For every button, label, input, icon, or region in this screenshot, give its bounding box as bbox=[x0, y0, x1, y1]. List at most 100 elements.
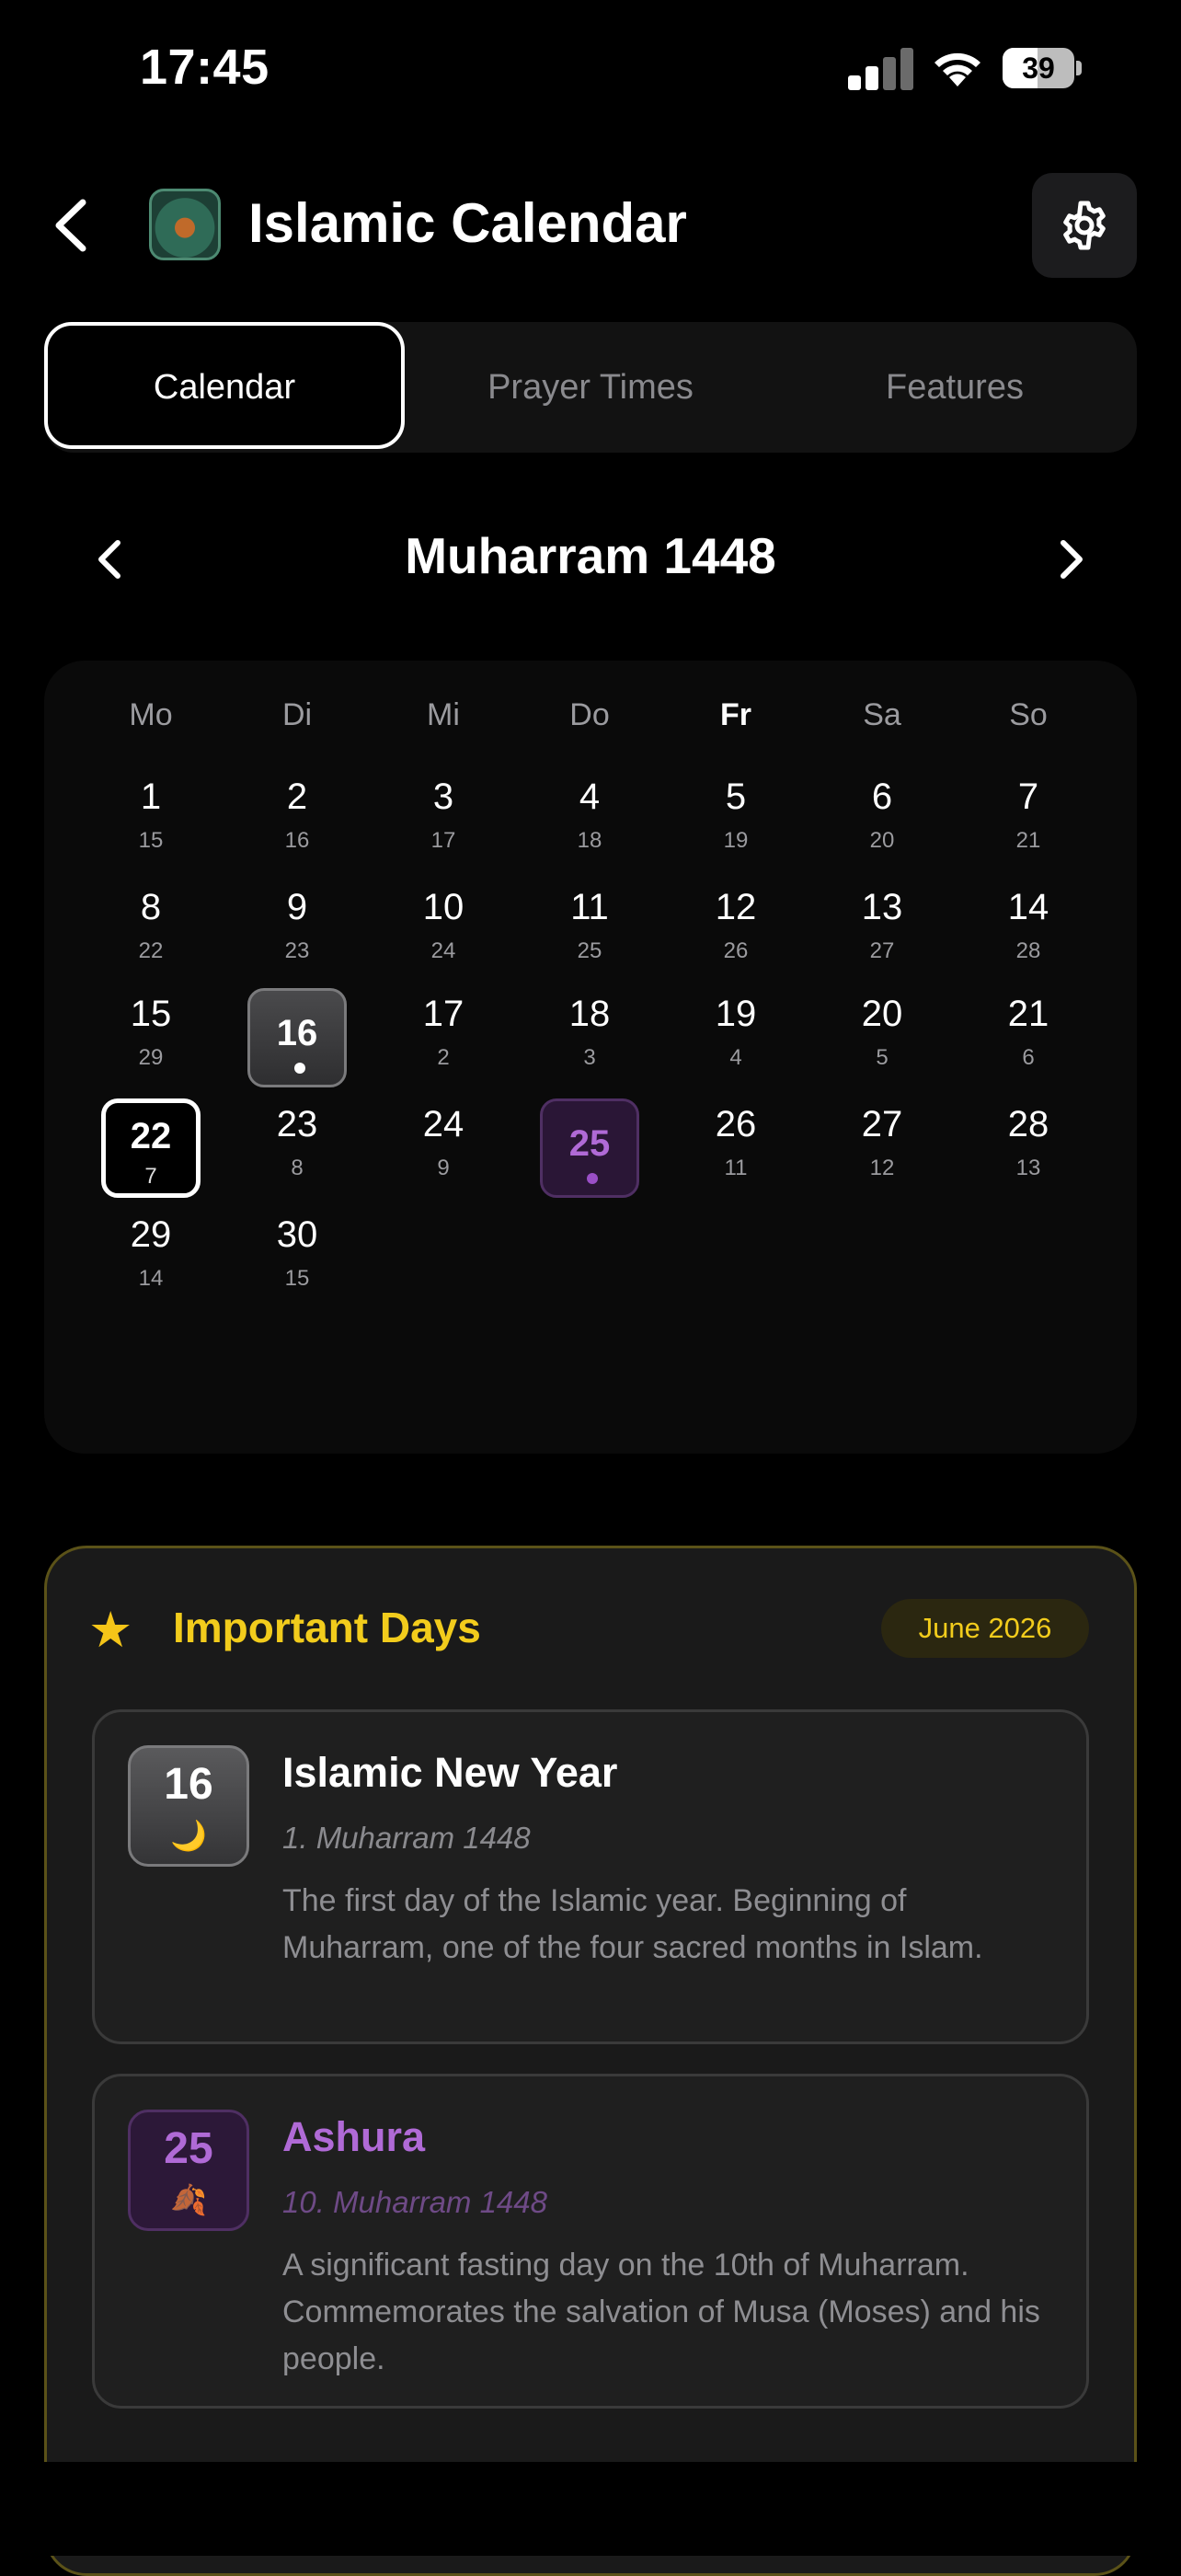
gregorian-day-number: 21 bbox=[1015, 828, 1041, 853]
calendar-day[interactable]: 3 17 bbox=[394, 773, 493, 872]
calendar-day[interactable]: 6 20 bbox=[832, 773, 932, 872]
hijri-day-number: 30 bbox=[276, 1214, 318, 1255]
hijri-day-number: 14 bbox=[1007, 887, 1049, 927]
calendar-day[interactable]: 216 bbox=[979, 990, 1078, 1089]
cellular-signal-icon bbox=[848, 46, 914, 90]
event-indicator-dot bbox=[587, 1173, 598, 1184]
calendar-day[interactable]: 19 4 bbox=[686, 990, 785, 1089]
gregorian-day-number: 23 bbox=[284, 938, 310, 963]
weekday-label: Fr bbox=[720, 697, 751, 732]
hijri-day-number: 19 bbox=[715, 994, 757, 1034]
star-icon: ★ bbox=[88, 1603, 133, 1658]
gregorian-day-number: 19 bbox=[723, 828, 749, 853]
leaf-icon: 🍂 bbox=[170, 2183, 207, 2216]
calendar-day[interactable]: 8 22 bbox=[101, 883, 201, 983]
hijri-day-number: 15 bbox=[130, 994, 172, 1034]
hijri-day-number: 28 bbox=[1007, 1104, 1049, 1144]
calendar-day[interactable]: 27 12 bbox=[832, 1100, 932, 1200]
battery-level: 39 bbox=[1022, 52, 1055, 85]
calendar-day[interactable]: 28 13 bbox=[979, 1100, 1078, 1200]
tab-features[interactable]: Features bbox=[773, 322, 1137, 453]
hijri-day-number: 2 bbox=[286, 776, 308, 817]
back-button[interactable] bbox=[44, 193, 99, 258]
gregorian-day-number: 5 bbox=[876, 1045, 889, 1070]
event-name: Ashura bbox=[282, 2113, 426, 2160]
gregorian-day-number: 26 bbox=[723, 938, 749, 963]
calendar-day[interactable]: 13 27 bbox=[832, 883, 932, 983]
tab-calendar[interactable]: Calendar bbox=[44, 322, 405, 449]
hijri-day-number: 17 bbox=[422, 994, 464, 1034]
calendar-day[interactable]: 9 23 bbox=[247, 883, 347, 983]
chevron-right-icon bbox=[1061, 540, 1083, 579]
calendar-day[interactable]: 30 15 bbox=[247, 1211, 347, 1310]
chevron-left-icon bbox=[98, 540, 120, 579]
gregorian-day-number: 29 bbox=[138, 1045, 164, 1070]
event-date-badge: 16 🌙 bbox=[128, 1745, 249, 1867]
calendar-day[interactable]: 12 26 bbox=[686, 883, 785, 983]
gregorian-day-number: 22 bbox=[138, 938, 164, 963]
calendar-day[interactable]: 1 15 bbox=[101, 773, 201, 872]
gregorian-day-number: 28 bbox=[1015, 938, 1041, 963]
gear-icon bbox=[1063, 201, 1106, 250]
gregorian-day-number: 6 bbox=[1022, 1045, 1035, 1070]
event-description: A significant fasting day on the 10th of… bbox=[282, 2248, 1040, 2376]
event-description: The first day of the Islamic year. Begin… bbox=[282, 1883, 983, 1965]
calendar-day[interactable]: 10 24 bbox=[394, 883, 493, 983]
app-logo bbox=[149, 189, 221, 260]
weekday-label: Do bbox=[569, 697, 610, 732]
calendar-day[interactable]: 216 bbox=[247, 773, 347, 872]
hijri-day-number: 1 bbox=[140, 776, 162, 817]
calendar-day[interactable]: 15 29 bbox=[101, 990, 201, 1089]
bottom-safe-area bbox=[0, 2462, 1181, 2556]
event-card-islamic-new-year[interactable]: 16 🌙 Islamic New Year 1. Muharram 1448 T… bbox=[92, 1709, 1089, 2044]
gregorian-day-number: 12 bbox=[869, 1156, 895, 1180]
event-date-badge: 25 🍂 bbox=[128, 2110, 249, 2231]
event-name: Islamic New Year bbox=[282, 1749, 618, 1796]
calendar-day[interactable]: 4 18 bbox=[540, 773, 639, 872]
gregorian-day-number: 25 bbox=[577, 938, 602, 963]
calendar-day[interactable]: 16 bbox=[247, 988, 347, 1087]
hijri-day-number: 9 bbox=[286, 887, 308, 927]
tab-prayer-times[interactable]: Prayer Times bbox=[408, 322, 773, 453]
hijri-day-number: 8 bbox=[140, 887, 162, 927]
gregorian-day-number: 27 bbox=[869, 938, 895, 963]
settings-button[interactable] bbox=[1032, 173, 1137, 278]
hijri-day-number: 16 bbox=[276, 1013, 318, 1053]
hijri-day-number: 6 bbox=[871, 776, 893, 817]
crescent-moon-icon: 🌙 bbox=[170, 1819, 207, 1852]
hijri-day-number: 13 bbox=[861, 887, 903, 927]
next-month-button[interactable] bbox=[1050, 534, 1091, 585]
calendar-day[interactable]: 7 21 bbox=[979, 773, 1078, 872]
calendar-day[interactable]: 5 19 bbox=[686, 773, 785, 872]
calendar-day[interactable]: 20 5 bbox=[832, 990, 932, 1089]
month-badge: June 2026 bbox=[881, 1599, 1089, 1658]
calendar-day[interactable]: 11 25 bbox=[540, 883, 639, 983]
weekday-label: Mi bbox=[427, 697, 460, 732]
month-title: Muharram 1448 bbox=[405, 527, 776, 584]
hijri-day-number: 4 bbox=[579, 776, 601, 817]
calendar-day[interactable]: 24 9 bbox=[394, 1100, 493, 1200]
gregorian-day-number: 11 bbox=[724, 1156, 748, 1180]
hijri-day-number: 11 bbox=[570, 887, 609, 927]
gregorian-day-number: 17 bbox=[430, 828, 456, 853]
calendar-day[interactable]: 18 3 bbox=[540, 990, 639, 1089]
gregorian-day-number: 7 bbox=[144, 1164, 157, 1189]
hijri-day-number: 5 bbox=[725, 776, 747, 817]
event-day: 16 bbox=[164, 1760, 213, 1809]
calendar-day[interactable]: 14 28 bbox=[979, 883, 1078, 983]
weekday-label: Mo bbox=[129, 697, 173, 732]
weekday-label: Sa bbox=[863, 697, 901, 732]
calendar-day[interactable]: 29 14 bbox=[101, 1211, 201, 1310]
gregorian-day-number: 2 bbox=[437, 1045, 450, 1070]
calendar-day[interactable]: 17 2 bbox=[394, 990, 493, 1089]
calendar-day[interactable]: 26 11 bbox=[686, 1100, 785, 1200]
hijri-day-number: 29 bbox=[130, 1214, 172, 1255]
battery-icon: 39 bbox=[1003, 48, 1084, 88]
calendar-day[interactable]: 22 7 bbox=[101, 1098, 201, 1198]
hijri-day-number: 10 bbox=[422, 887, 464, 927]
hijri-day-number: 12 bbox=[715, 887, 757, 927]
calendar-day[interactable]: 25 bbox=[540, 1098, 639, 1198]
previous-month-button[interactable] bbox=[90, 534, 131, 585]
event-card-ashura[interactable]: 25 🍂 Ashura 10. Muharram 1448 A signific… bbox=[92, 2074, 1089, 2409]
calendar-day[interactable]: 23 8 bbox=[247, 1100, 347, 1200]
